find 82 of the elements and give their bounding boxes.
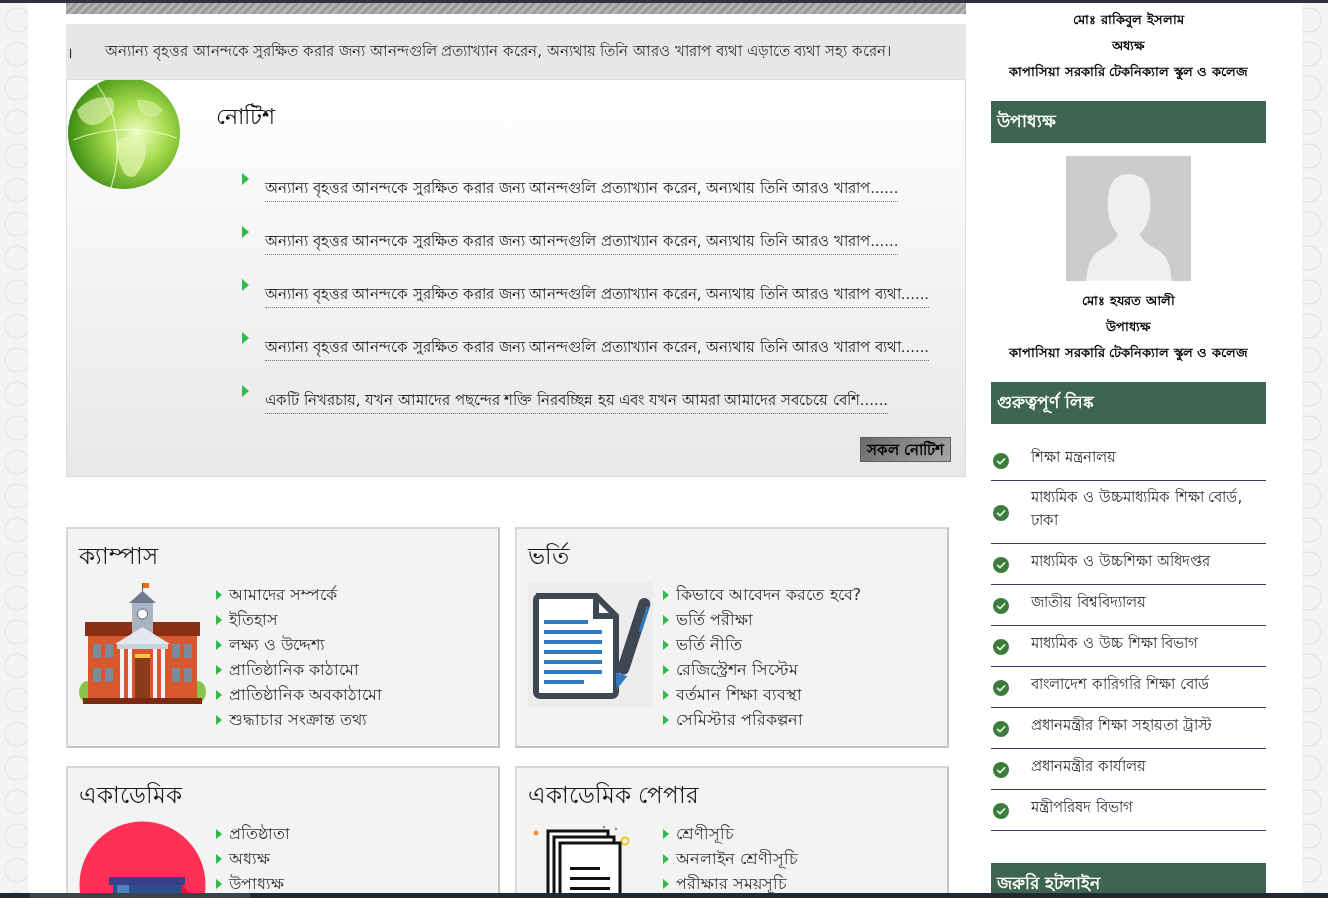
- bullet-triangle-icon: [242, 385, 249, 397]
- check-circle-icon: [993, 762, 1009, 778]
- bullet-triangle-icon: [216, 714, 222, 725]
- sidebar-link[interactable]: মাধ্যমিক ও উচ্চমাধ্যমিক শিক্ষা বোর্ড, ঢাকা: [1031, 486, 1266, 532]
- check-circle-icon: [993, 557, 1009, 573]
- sidebar-link[interactable]: মাধ্যমিক ও উচ্চশিক্ষা অধিদপ্তর: [1031, 549, 1210, 573]
- card-link[interactable]: উপাধ্যক্ষ: [229, 874, 284, 893]
- card-link[interactable]: প্রাতিষ্ঠানিক অবকাঠামো: [229, 685, 383, 704]
- card-title: একাডেমিক: [79, 781, 184, 810]
- bullet-triangle-icon: [663, 614, 669, 625]
- horizontal-scrollbar[interactable]: [0, 893, 1328, 898]
- sidebar-link[interactable]: বাংলাদেশ কারিগরি শিক্ষা বোর্ড: [1031, 672, 1209, 696]
- card-title: একাডেমিক পেপার: [528, 781, 701, 810]
- globe-icon: [67, 80, 183, 191]
- person-role: অধ্যক্ষ: [1110, 37, 1146, 55]
- bullet-triangle-icon: [216, 828, 222, 839]
- card-title: ভর্তি: [528, 541, 571, 571]
- section-heading: উপাধ্যক্ষ: [991, 101, 1266, 143]
- notice-link[interactable]: অন্যান্য বৃহত্তর আনন্দকে সুরক্ষিত করার জন্য আনন্দগুলি প্রত্যাখ্যান করেন, অন্যথায় তিনি আরও খারাপ......: [265, 228, 899, 255]
- bullet-triangle-icon: [216, 589, 222, 600]
- bullet-triangle-icon: [216, 614, 222, 625]
- bullet-triangle-icon: [663, 714, 669, 725]
- section-heading: জরুরি হটলাইন: [991, 863, 1266, 893]
- section-heading: গুরুত্বপূর্ণ লিঙ্ক: [991, 382, 1266, 424]
- bullet-triangle-icon: [242, 279, 249, 291]
- bullet-triangle-icon: [663, 828, 669, 839]
- card-link[interactable]: বর্তমান শিক্ষা ব্যবস্থা: [676, 685, 803, 704]
- marquee-text: অন্যান্য বৃহত্তর আনন্দকে সুরক্ষিত করার জন্য আনন্দগুলি প্রত্যাখ্যান করেন, অন্যথায় তিনি আরও খারাপ ব্যথা এড়াতে ব্যথা সহ্য করেন।: [105, 41, 891, 63]
- card-link[interactable]: প্রতিষ্ঠাতা: [229, 824, 290, 843]
- marquee-text-fragment: ।: [67, 42, 73, 62]
- card-link[interactable]: আমাদের সম্পর্কে: [229, 585, 338, 604]
- notice-link[interactable]: অন্যান্য বৃহত্তর আনন্দকে সুরক্ষিত করার জন্য আনন্দগুলি প্রত্যাখ্যান করেন, অন্যথায় তিনি আরও খারাপ......: [265, 175, 899, 202]
- card-link[interactable]: রেজিস্ট্রেশন সিস্টেম: [676, 660, 799, 679]
- institution-name: কাপাসিয়া সরকারি টেকনিক্যাল স্কুল ও কলেজ: [1007, 343, 1249, 363]
- card-link[interactable]: কিভাবে আবেদন করতে হবে?: [676, 585, 862, 604]
- sidebar-link[interactable]: মন্ত্রীপরিষদ বিভাগ: [1031, 795, 1133, 819]
- bullet-triangle-icon: [216, 853, 222, 864]
- check-circle-icon: [993, 721, 1009, 737]
- check-circle-icon: [993, 598, 1009, 614]
- card-title: ক্যাম্পাস: [79, 542, 160, 571]
- bullet-triangle-icon: [663, 639, 669, 650]
- check-circle-icon: [993, 680, 1009, 696]
- sidebar-link[interactable]: শিক্ষা মন্ত্রনালয়: [1031, 445, 1116, 469]
- person-name: মোঃ রাকিবুল ইসলাম: [1072, 10, 1186, 30]
- card-link[interactable]: পরীক্ষার সময়সূচি: [676, 874, 788, 893]
- institution-name: কাপাসিয়া সরকারি টেকনিক্যাল স্কুল ও কলেজ: [1007, 62, 1249, 82]
- card-link[interactable]: লক্ষ্য ও উদ্দেশ্য: [229, 635, 326, 654]
- card-link[interactable]: ভর্তি পরীক্ষা: [676, 610, 754, 629]
- card-link[interactable]: শুদ্ধাচার সংক্রান্ত তথ্য: [229, 710, 368, 729]
- bullet-triangle-icon: [216, 639, 222, 650]
- bullet-triangle-icon: [216, 689, 222, 700]
- bullet-triangle-icon: [242, 173, 249, 185]
- person-name: মোঃ হযরত আলী: [1081, 291, 1176, 310]
- person-role: উপাধ্যক্ষ: [1104, 318, 1152, 336]
- bullet-triangle-icon: [663, 853, 669, 864]
- notice-link[interactable]: অন্যান্য বৃহত্তর আনন্দকে সুরক্ষিত করার জন্য আনন্দগুলি প্রত্যাখ্যান করেন, অন্যথায় তিনি আরও খারাপ ব্যথা......: [265, 281, 930, 308]
- notice-link[interactable]: একটি নিখরচায়, যখন আমাদের পছন্দের শক্তি নিরবচ্ছিন্ন হয় এবং যখন আমরা আমাদের সবচেয়ে বেশি......: [265, 387, 889, 414]
- card-link[interactable]: অনলাইন শ্রেণীসূচি: [676, 849, 799, 868]
- check-circle-icon: [993, 505, 1009, 521]
- card-link[interactable]: প্রাতিষ্ঠানিক কাঠামো: [229, 660, 360, 679]
- bullet-triangle-icon: [216, 664, 222, 675]
- sidebar-link[interactable]: মাধ্যমিক ও উচ্চ শিক্ষা বিভাগ: [1031, 631, 1199, 655]
- card-link[interactable]: অধ্যক্ষ: [229, 849, 270, 868]
- scrollbar-thumb[interactable]: [30, 893, 250, 898]
- check-circle-icon: [993, 803, 1009, 819]
- sidebar-link[interactable]: প্রধানমন্ত্রীর কার্যালয়: [1031, 754, 1146, 778]
- card-link[interactable]: শ্রেণীসূচি: [676, 824, 734, 843]
- notice-link[interactable]: অন্যান্য বৃহত্তর আনন্দকে সুরক্ষিত করার জন্য আনন্দগুলি প্রত্যাখ্যান করেন, অন্যথায় তিনি আরও খারাপ ব্যথা......: [265, 334, 930, 361]
- card-link[interactable]: ইতিহাস: [229, 610, 278, 629]
- notice-title: নোটিশ: [216, 102, 277, 131]
- all-notices-button[interactable]: সকল নোটিশ: [859, 437, 951, 462]
- bullet-triangle-icon: [663, 589, 669, 600]
- card-link[interactable]: ভর্তি নীতি: [676, 635, 743, 654]
- sidebar-link[interactable]: জাতীয় বিশ্ববিদ্যালয়: [1031, 590, 1146, 614]
- bullet-triangle-icon: [663, 664, 669, 675]
- sidebar-link[interactable]: প্রধানমন্ত্রীর শিক্ষা সহায়তা ট্রাস্ট: [1031, 713, 1212, 737]
- bullet-triangle-icon: [242, 332, 249, 344]
- bullet-triangle-icon: [663, 689, 669, 700]
- check-circle-icon: [993, 453, 1009, 469]
- card-link[interactable]: সেমিস্টার পরিকল্পনা: [676, 710, 804, 729]
- check-circle-icon: [993, 639, 1009, 655]
- bullet-triangle-icon: [242, 226, 249, 238]
